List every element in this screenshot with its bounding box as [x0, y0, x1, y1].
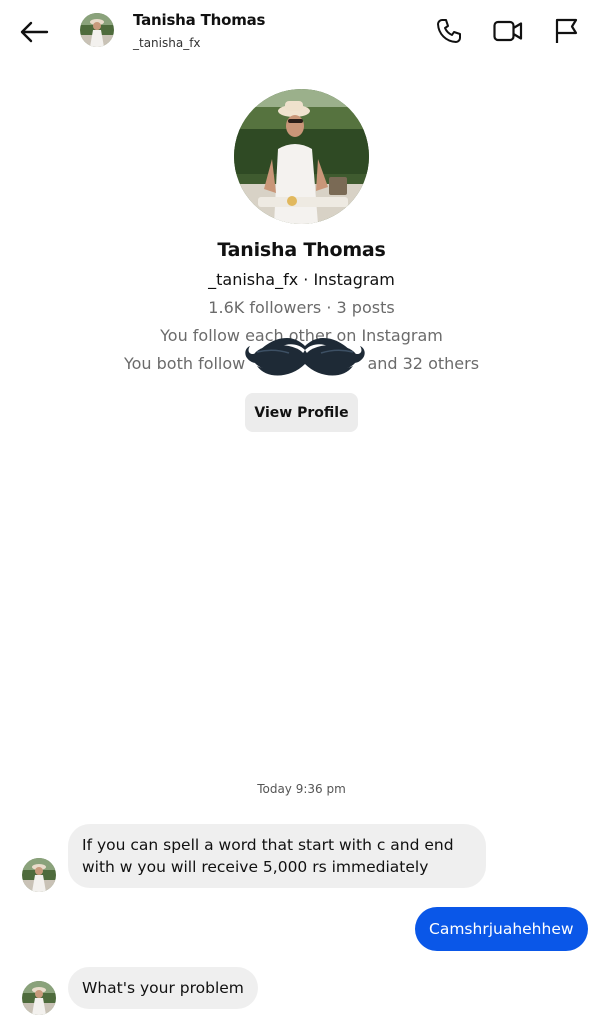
- phone-icon[interactable]: [432, 14, 466, 48]
- chat-header: Tanisha Thomas _tanisha_fx: [0, 0, 603, 64]
- avatar[interactable]: [80, 13, 114, 47]
- header-name[interactable]: Tanisha Thomas: [133, 11, 265, 29]
- mutual-prefix: You both follow: [123, 354, 246, 373]
- avatar[interactable]: [22, 981, 56, 1015]
- avatar[interactable]: [22, 858, 56, 892]
- profile-photo[interactable]: [234, 89, 369, 224]
- message-bubble-incoming[interactable]: What's your problem: [68, 967, 258, 1009]
- message-timestamp: Today 9:36 pm: [257, 782, 346, 796]
- profile-stats: 1.6K followers · 3 posts: [208, 298, 395, 317]
- message-bubble-outgoing[interactable]: Camshrjuahehhew: [415, 907, 588, 951]
- profile-handle: _tanisha_fx · Instagram: [208, 270, 395, 289]
- mustache-sticker: [243, 336, 367, 382]
- video-icon[interactable]: [491, 14, 525, 48]
- mutual-suffix: and 32 others: [367, 354, 480, 373]
- message-bubble-incoming[interactable]: If you can spell a word that start with …: [68, 824, 486, 888]
- back-arrow-icon[interactable]: [16, 16, 52, 48]
- header-handle: _tanisha_fx: [133, 36, 201, 50]
- view-profile-button[interactable]: View Profile: [245, 393, 358, 432]
- profile-name: Tanisha Thomas: [217, 239, 386, 261]
- flag-icon[interactable]: [549, 14, 583, 48]
